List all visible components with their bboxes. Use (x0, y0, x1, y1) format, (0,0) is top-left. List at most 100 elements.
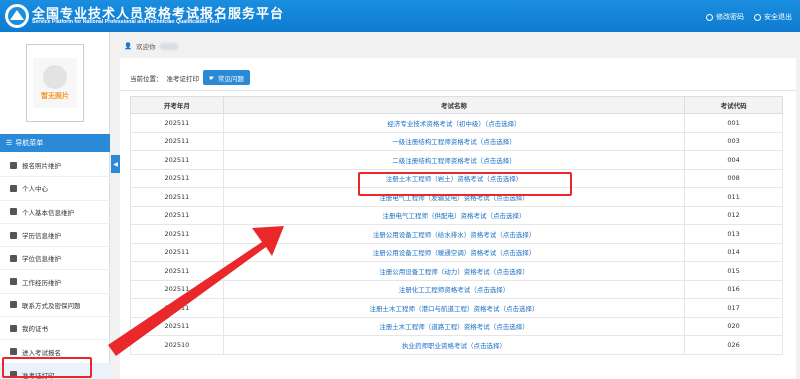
exam-name-cell: 注册电气工程师（供配电）资格考试（点击选择） (222, 205, 686, 225)
header-links: 修改密码 安全退出 (706, 12, 792, 22)
table-row: 202511 二级注册结构工程师资格考试（点击选择） 004 (130, 150, 783, 170)
exam-date: 202510 (130, 335, 224, 355)
logo-icon (5, 4, 29, 28)
exam-code: 001 (684, 113, 783, 133)
exam-link[interactable]: 注册土木工程师（港口与航道工程）资格考试（点击选择） (370, 305, 539, 313)
faq-label: 常见问题 (217, 74, 244, 83)
main-panel: 当前位置： 准考证打印 ☛ 常见问题 开考年月 考试名称 考试代码 202511… (120, 58, 796, 379)
exam-link[interactable]: 一级注册结构工程师资格考试（点击选择） (392, 138, 516, 146)
column-header-date: 开考年月 (130, 96, 224, 114)
exam-name-cell: 一级注册结构工程师资格考试（点击选择） (222, 131, 686, 151)
sidebar-item-education[interactable]: 学历信息维护 (0, 224, 110, 248)
table-row: 202511 注册土木工程师（港口与航道工程）资格考试（点击选择） 017 (130, 298, 783, 318)
exam-link[interactable]: 执业药师职业资格考试（点击选择） (402, 342, 506, 350)
exam-date: 202511 (130, 113, 224, 133)
breadcrumb-prefix: 当前位置： (130, 74, 163, 83)
enter-icon (10, 348, 17, 356)
exam-code: 008 (684, 168, 783, 188)
sidebar: 暂无照片 ☰ 导航菜单 报名照片维护 个人中心 个人基本信息维护 学历信息维护 … (0, 32, 110, 379)
graduation-icon (10, 254, 17, 262)
sidebar-item-work[interactable]: 工作经历维护 (0, 270, 110, 294)
graduation-icon (10, 231, 17, 239)
sidebar-item-label: 我的证书 (22, 325, 48, 334)
exam-table: 开考年月 考试名称 考试代码 202511 经济专业技术资格考试（初中级）（点击选… (130, 96, 783, 355)
table-row: 202511 注册土木工程师（道路工程）资格考试（点击选择） 020 (130, 316, 783, 336)
photo-text: 暂无照片 (41, 92, 69, 100)
sidebar-item-label: 报名照片维护 (22, 162, 61, 171)
top-header: 全国专业技术人员资格考试报名服务平台 Service Platform for … (0, 0, 800, 32)
highlight-box-exam-row (358, 172, 572, 196)
person-icon (43, 65, 67, 89)
exam-name-cell: 经济专业技术资格考试（初中级）（点击选择） (222, 113, 686, 133)
certificate-icon (10, 324, 17, 332)
user-icon: 👤 (124, 42, 133, 50)
exam-link[interactable]: 注册公用设备工程师（给水排水）资格考试（点击选择） (373, 231, 536, 239)
exam-code: 015 (684, 261, 783, 281)
table-row: 202511 注册电气工程师（供配电）资格考试（点击选择） 012 (130, 205, 783, 225)
exam-code: 013 (684, 224, 783, 244)
briefcase-icon (10, 278, 17, 286)
exam-name-cell: 执业药师职业资格考试（点击选择） (222, 335, 686, 355)
exam-link[interactable]: 经济专业技术资格考试（初中级）（点击选择） (387, 120, 520, 128)
exam-date: 202511 (130, 298, 224, 318)
exam-code: 020 (684, 316, 783, 336)
sidebar-item-label: 进入考试报名 (22, 348, 61, 357)
user-icon (10, 184, 17, 192)
breadcrumb: 当前位置： 准考证打印 ☛ 常见问题 (130, 70, 250, 85)
exam-link[interactable]: 注册化工工程师资格考试（点击选择） (399, 286, 510, 294)
exam-code: 026 (684, 335, 783, 355)
table-row: 202510 执业药师职业资格考试（点击选择） 026 (130, 335, 783, 355)
sidebar-item-certificates[interactable]: 我的证书 (0, 317, 110, 341)
logout-link[interactable]: 安全退出 (754, 12, 792, 22)
sidebar-item-degree[interactable]: 学位信息维护 (0, 247, 110, 271)
exam-code: 004 (684, 150, 783, 170)
nav-header-label: 导航菜单 (15, 139, 44, 147)
sidebar-item-label: 个人中心 (22, 185, 48, 194)
divider (120, 90, 796, 91)
welcome-label: 欢迎你 (136, 43, 156, 51)
sidebar-item-label: 学位信息维护 (22, 255, 61, 264)
sidebar-item-label: 工作经历维护 (22, 278, 61, 287)
exam-date: 202511 (130, 150, 224, 170)
exam-code: 003 (684, 131, 783, 151)
exam-link[interactable]: 注册土木工程师（道路工程）资格考试（点击选择） (379, 323, 529, 331)
exam-name-cell: 注册公用设备工程师（暖通空调）资格考试（点击选择） (222, 242, 686, 262)
table-row: 202511 注册公用设备工程师（暖通空调）资格考试（点击选择） 014 (130, 242, 783, 262)
site-subtitle: Service Platform for National Profession… (32, 19, 220, 25)
sidebar-item-label: 个人基本信息维护 (22, 208, 74, 217)
nav-header: ☰ 导航菜单 (0, 134, 110, 152)
sidebar-item-personal-center[interactable]: 个人中心 (0, 177, 110, 201)
exam-date: 202511 (130, 242, 224, 262)
exam-link[interactable]: 注册公用设备工程师（动力）资格考试（点击选择） (379, 268, 529, 276)
exam-date: 202511 (130, 187, 224, 207)
change-password-link[interactable]: 修改密码 (706, 12, 744, 22)
faq-button[interactable]: ☛ 常见问题 (203, 70, 250, 85)
sidebar-item-basic-info[interactable]: 个人基本信息维护 (0, 201, 110, 224)
sidebar-item-label: 联系方式及密保问题 (22, 301, 81, 310)
highlight-box-nav-item (2, 357, 92, 378)
sidebar-item-photo[interactable]: 报名照片维护 (0, 154, 110, 178)
exam-code: 017 (684, 298, 783, 318)
sidebar-collapse-button[interactable]: ◀ (111, 155, 120, 173)
exam-date: 202511 (130, 279, 224, 299)
exam-link[interactable]: 注册公用设备工程师（暖通空调）资格考试（点击选择） (373, 249, 536, 257)
sidebar-item-label: 学历信息维护 (22, 232, 61, 241)
sidebar-item-contact[interactable]: 联系方式及密保问题 (0, 294, 110, 318)
user-icon (10, 208, 17, 216)
exam-code: 014 (684, 242, 783, 262)
exam-date: 202511 (130, 205, 224, 225)
exam-date: 202511 (130, 261, 224, 281)
profile-photo: 暂无照片 (26, 44, 84, 122)
photo-placeholder: 暂无照片 (33, 58, 77, 108)
exam-link[interactable]: 注册电气工程师（供配电）资格考试（点击选择） (383, 212, 526, 220)
change-password-label: 修改密码 (716, 13, 744, 21)
menu-icon: ☰ (6, 139, 13, 147)
table-header-row: 开考年月 考试名称 考试代码 (130, 96, 783, 114)
exam-name-cell: 注册公用设备工程师（给水排水）资格考试（点击选择） (222, 224, 686, 244)
table-row: 202511 一级注册结构工程师资格考试（点击选择） 003 (130, 131, 783, 151)
exam-name-cell: 二级注册结构工程师资格考试（点击选择） (222, 150, 686, 170)
exam-link[interactable]: 二级注册结构工程师资格考试（点击选择） (392, 157, 516, 165)
table-row: 202511 注册公用设备工程师（动力）资格考试（点击选择） 015 (130, 261, 783, 281)
table-row: 202511 注册化工工程师资格考试（点击选择） 016 (130, 279, 783, 299)
exam-date: 202511 (130, 168, 224, 188)
